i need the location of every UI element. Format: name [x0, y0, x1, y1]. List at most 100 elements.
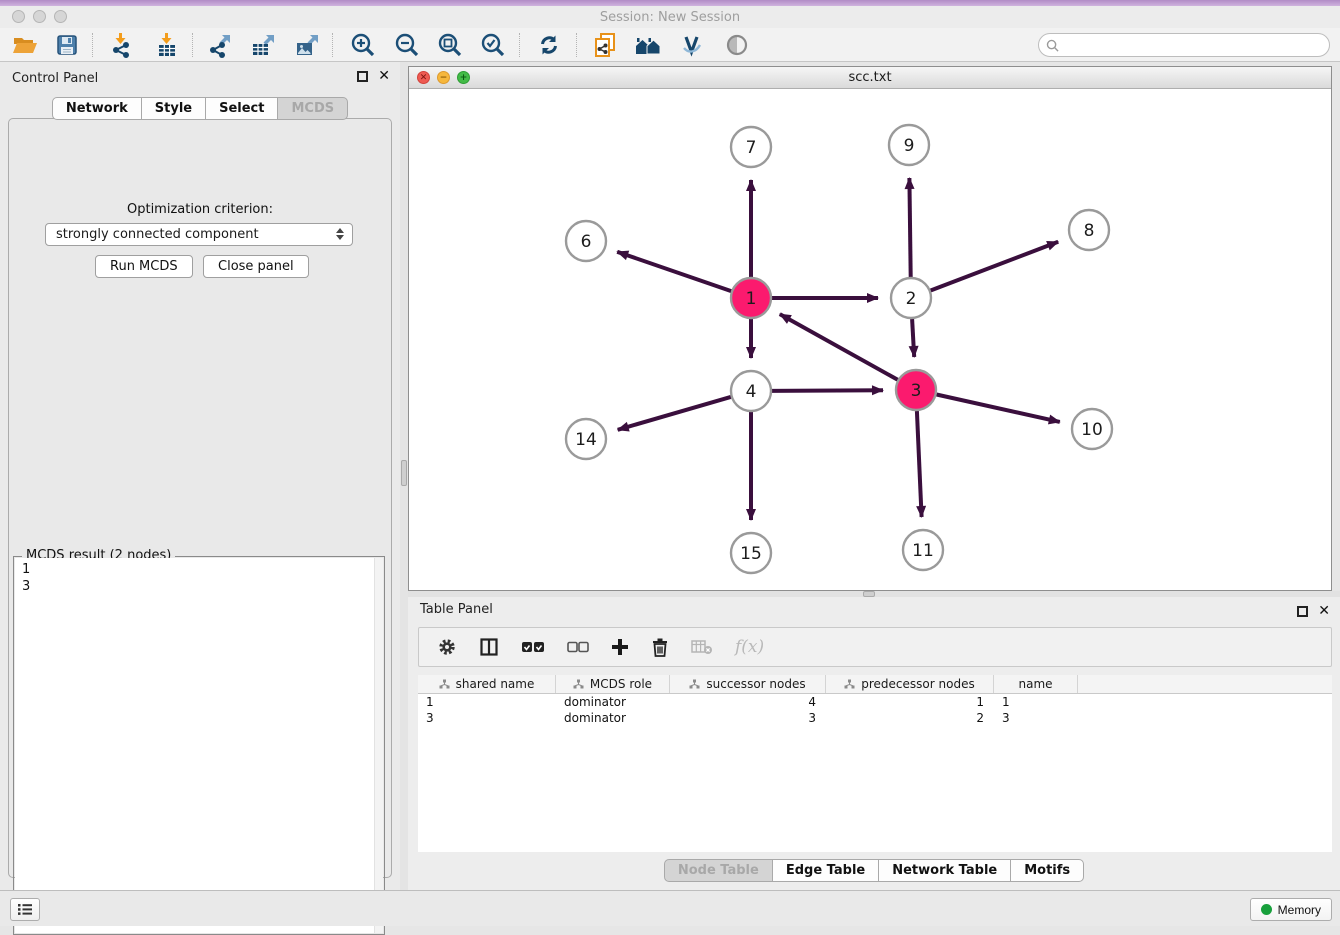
toolbar-separator: [519, 33, 520, 57]
table-header-row: shared nameMCDS rolesuccessor nodesprede…: [418, 675, 1332, 694]
zoom-fit-button[interactable]: [431, 30, 469, 60]
close-panel-icon[interactable]: ✕: [1318, 606, 1330, 617]
column-type-icon: [689, 679, 700, 689]
maximize-network-icon[interactable]: +: [457, 71, 470, 84]
zoom-in-button[interactable]: [344, 30, 382, 60]
open-file-button[interactable]: [6, 30, 44, 60]
mcds-result-area[interactable]: 1 3: [15, 558, 383, 933]
edge-4-3[interactable]: [772, 390, 883, 391]
close-panel-button[interactable]: Close panel: [203, 255, 309, 278]
memory-button[interactable]: Memory: [1250, 898, 1332, 921]
float-panel-icon[interactable]: [1297, 606, 1308, 617]
tab-motifs[interactable]: Motifs: [1010, 859, 1084, 882]
clone-network-button[interactable]: [586, 30, 624, 60]
node-label-15: 15: [740, 544, 762, 564]
export-network-button[interactable]: [200, 30, 238, 60]
refresh-layout-button[interactable]: [530, 30, 568, 60]
divider-handle[interactable]: [401, 460, 407, 486]
node-label-4: 4: [746, 382, 757, 402]
table-panel-title: Table Panel: [420, 602, 493, 617]
table-cell[interactable]: 3: [994, 710, 1078, 726]
table-cell[interactable]: 1: [418, 694, 556, 710]
run-mcds-button[interactable]: Run MCDS: [95, 255, 193, 278]
mcds-panel: Optimization criterion: strongly connect…: [8, 118, 392, 878]
function-builder-icon[interactable]: f(x): [735, 637, 764, 657]
edge-3-10[interactable]: [937, 395, 1060, 422]
export-network-icon: [206, 32, 232, 58]
table-cell[interactable]: 4: [670, 694, 826, 710]
gear-button[interactable]: [437, 637, 457, 657]
network-graph[interactable]: 1234678910111415: [409, 89, 1331, 590]
edge-3-1[interactable]: [780, 314, 898, 380]
close-panel-icon[interactable]: ✕: [378, 71, 390, 82]
result-scrollbar[interactable]: [374, 558, 383, 933]
optimization-criterion-select[interactable]: strongly connected component: [45, 223, 353, 246]
edge-2-9[interactable]: [909, 178, 910, 277]
table-cell[interactable]: dominator: [556, 694, 670, 710]
zoom-selected-button[interactable]: [474, 30, 512, 60]
table-cell[interactable]: 1: [826, 694, 994, 710]
columns-button[interactable]: [479, 637, 499, 657]
save-session-button[interactable]: [48, 30, 86, 60]
node-table[interactable]: shared nameMCDS rolesuccessor nodesprede…: [418, 675, 1332, 852]
eye-button[interactable]: [718, 30, 756, 60]
close-network-icon[interactable]: ✕: [417, 71, 430, 84]
close-window-icon[interactable]: [12, 10, 25, 23]
column-header-successor-nodes[interactable]: successor nodes: [670, 675, 826, 693]
task-list-button[interactable]: [10, 898, 40, 921]
table-cell[interactable]: 1: [994, 694, 1078, 710]
search-input[interactable]: [1064, 38, 1329, 53]
search-field[interactable]: [1038, 33, 1330, 57]
tab-network[interactable]: Network: [52, 97, 142, 120]
import-table-button[interactable]: [148, 30, 186, 60]
tab-edge-table[interactable]: Edge Table: [772, 859, 879, 882]
vertical-split-divider[interactable]: [400, 62, 408, 892]
minimize-window-icon[interactable]: [33, 10, 46, 23]
zoom-in-icon: [350, 32, 376, 58]
node-label-14: 14: [575, 430, 597, 450]
traffic-lights[interactable]: [12, 10, 67, 23]
node-label-1: 1: [746, 289, 757, 309]
minimize-network-icon[interactable]: −: [437, 71, 450, 84]
tab-node-table[interactable]: Node Table: [664, 859, 773, 882]
edge-1-6[interactable]: [617, 252, 731, 291]
zoom-out-button[interactable]: [388, 30, 426, 60]
tab-network-table[interactable]: Network Table: [878, 859, 1011, 882]
table-cell[interactable]: 2: [826, 710, 994, 726]
network-canvas[interactable]: 1234678910111415: [409, 89, 1331, 590]
edge-2-8[interactable]: [931, 242, 1059, 291]
float-panel-icon[interactable]: [357, 71, 368, 82]
network-window-titlebar[interactable]: ✕ − + scc.txt: [409, 67, 1331, 89]
column-header-shared-name[interactable]: shared name: [418, 675, 556, 693]
tab-select[interactable]: Select: [205, 97, 278, 120]
columns-icon: [479, 637, 499, 657]
table-cell[interactable]: dominator: [556, 710, 670, 726]
table-row[interactable]: 3dominator323: [418, 710, 1332, 726]
vizmapper-button[interactable]: [673, 30, 711, 60]
import-network-button[interactable]: [102, 30, 140, 60]
dropdown-value: strongly connected component: [56, 227, 259, 242]
table-cell[interactable]: 3: [670, 710, 826, 726]
column-header-name[interactable]: name: [994, 675, 1078, 693]
delete-table-button[interactable]: [691, 639, 713, 655]
export-table-icon: [250, 32, 276, 58]
delete-row-button[interactable]: [651, 637, 669, 657]
add-row-button[interactable]: [611, 638, 629, 656]
export-table-button[interactable]: [244, 30, 282, 60]
deselect-checkboxes-button[interactable]: [567, 641, 589, 653]
select-all-checkboxes-button[interactable]: [521, 640, 545, 654]
edge-2-3[interactable]: [912, 319, 914, 357]
edge-4-14[interactable]: [618, 397, 731, 430]
edge-3-11[interactable]: [917, 411, 922, 517]
column-header-MCDS-role[interactable]: MCDS role: [556, 675, 670, 693]
table-row[interactable]: 1dominator411: [418, 694, 1332, 710]
maximize-window-icon[interactable]: [54, 10, 67, 23]
tab-mcds[interactable]: MCDS: [277, 97, 348, 120]
houses-button[interactable]: [629, 30, 667, 60]
table-cell[interactable]: 3: [418, 710, 556, 726]
column-header-predecessor-nodes[interactable]: predecessor nodes: [826, 675, 994, 693]
tab-style[interactable]: Style: [141, 97, 206, 120]
table-panel: Table Panel ✕ f(x) shared nameMCDS roles…: [408, 597, 1340, 890]
node-label-9: 9: [904, 136, 915, 156]
export-image-button[interactable]: [288, 30, 326, 60]
